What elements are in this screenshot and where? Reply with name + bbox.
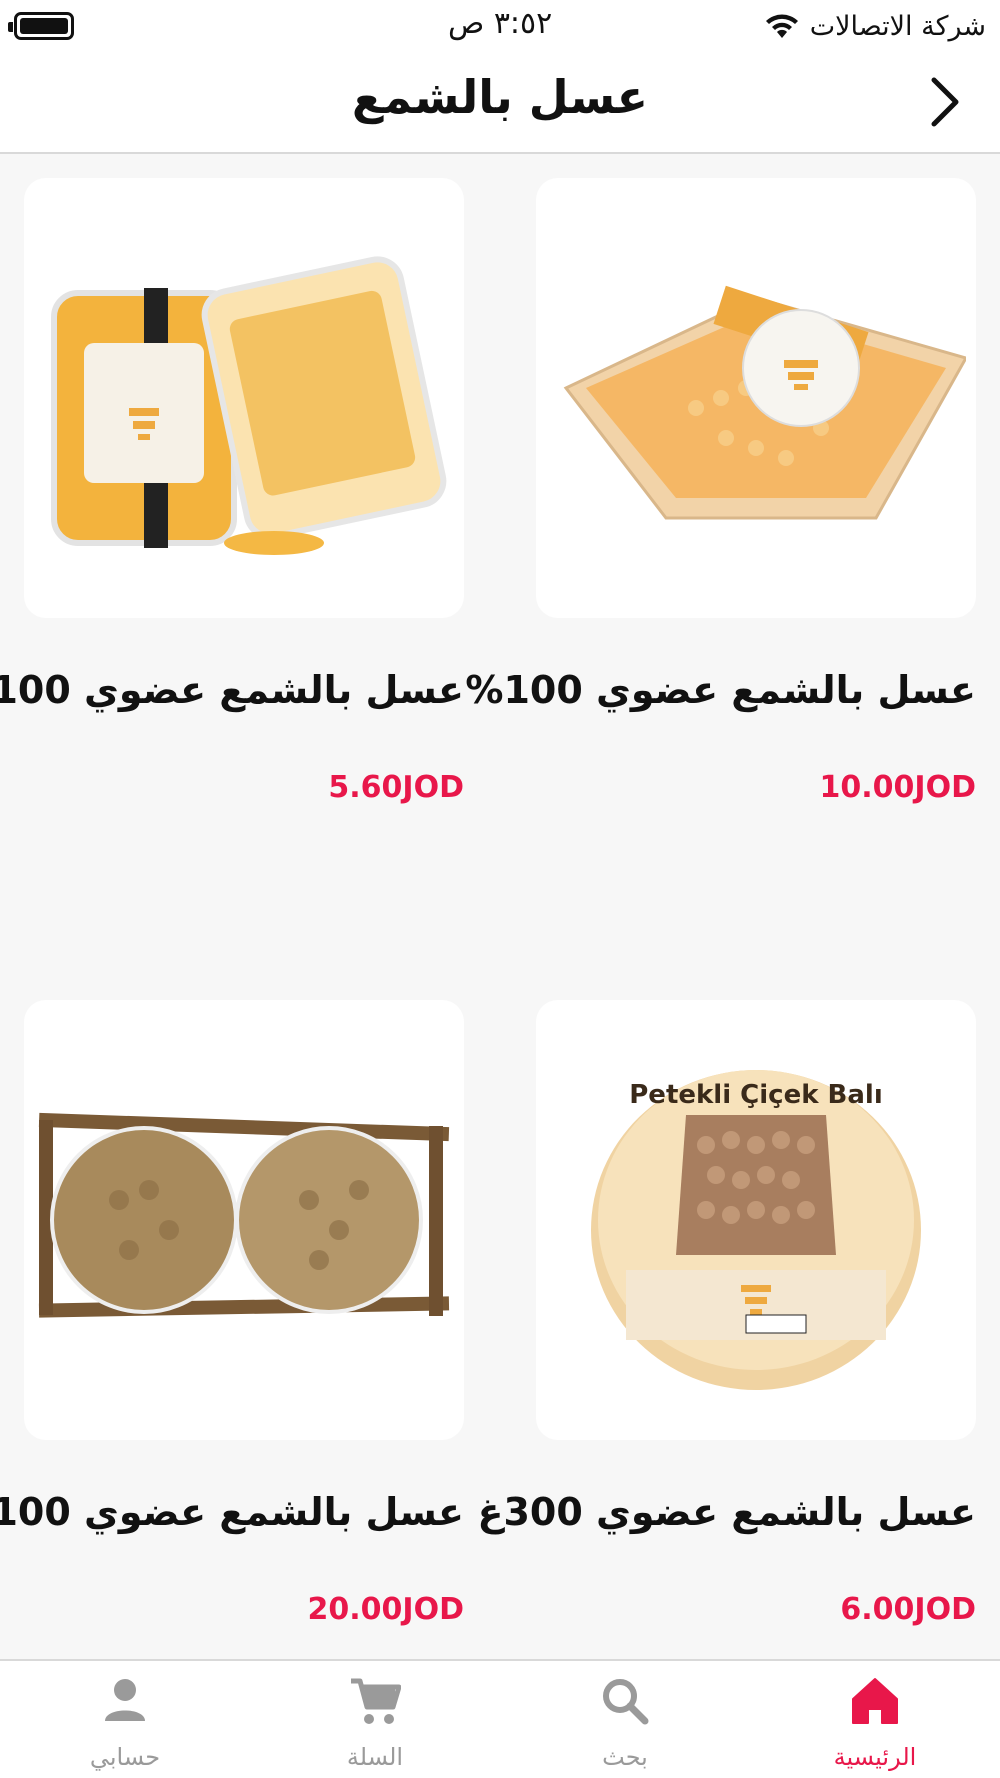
product-image-comb-honey-square-boxes[interactable] [24,178,464,618]
home-icon [852,1678,898,1724]
tab-home[interactable]: الرئيسية [750,1661,1000,1778]
product-card[interactable]: عسل بالشمع عضوي 100% 20.00JOD [0,1000,464,1627]
product-card[interactable]: Petekli Çiçek Balı عسل بالشمع عضوي 300غ … [478,1000,977,1627]
carrier-info: شركة الاتصالات [764,11,986,42]
product-image-comb-honey-wooden-frame[interactable] [24,1000,464,1440]
product-card[interactable]: عسل بالشمع عضوي 100% 5.60JOD [0,178,464,805]
product-name[interactable]: عسل بالشمع عضوي 100% [0,668,464,712]
product-image-text: Petekli Çiçek Balı [629,1080,883,1110]
product-name[interactable]: عسل بالشمع عضوي 300غ [478,1490,977,1534]
product-price: 10.00JOD [819,770,976,805]
tab-label: السلة [346,1743,404,1771]
battery-icon [8,12,74,40]
tab-label: الرئيسية [833,1743,917,1771]
product-name[interactable]: عسل بالشمع عضوي 100% [0,1490,464,1534]
chevron-right-icon [931,77,959,127]
product-price: 6.00JOD [840,1592,976,1627]
product-grid: عسل بالشمع عضوي 100% 10.00JOD عسل بالشمع… [0,156,1000,1659]
product-name[interactable]: عسل بالشمع عضوي 100% [465,668,976,712]
product-image-comb-honey-triangular-tray[interactable] [536,178,976,618]
tab-label: بحث [602,1743,648,1771]
carrier-name: شركة الاتصالات [809,10,986,42]
wifi-icon [765,14,798,38]
tab-label: حسابي [89,1743,161,1771]
back-button[interactable] [920,74,970,130]
product-price: 5.60JOD [328,770,464,805]
tab-cart[interactable]: السلة [250,1661,500,1778]
tab-search[interactable]: بحث [500,1661,750,1778]
person-icon [105,1679,145,1721]
product-price: 20.00JOD [307,1592,464,1627]
tab-bar: حسابي السلة بحث الرئيسية [0,1659,1000,1778]
product-image-comb-honey-round-box[interactable]: Petekli Çiçek Balı [536,1000,976,1440]
status-time: ٣:٥٢ ص [448,6,553,41]
header: عسل بالشمع [0,52,1000,154]
page-title: عسل بالشمع [351,70,649,124]
status-bar: ٣:٥٢ ص شركة الاتصالات [0,0,1000,52]
product-card[interactable]: عسل بالشمع عضوي 100% 10.00JOD [465,178,976,805]
cart-icon [351,1678,401,1724]
search-icon [603,1679,649,1725]
tab-account[interactable]: حسابي [0,1661,250,1778]
